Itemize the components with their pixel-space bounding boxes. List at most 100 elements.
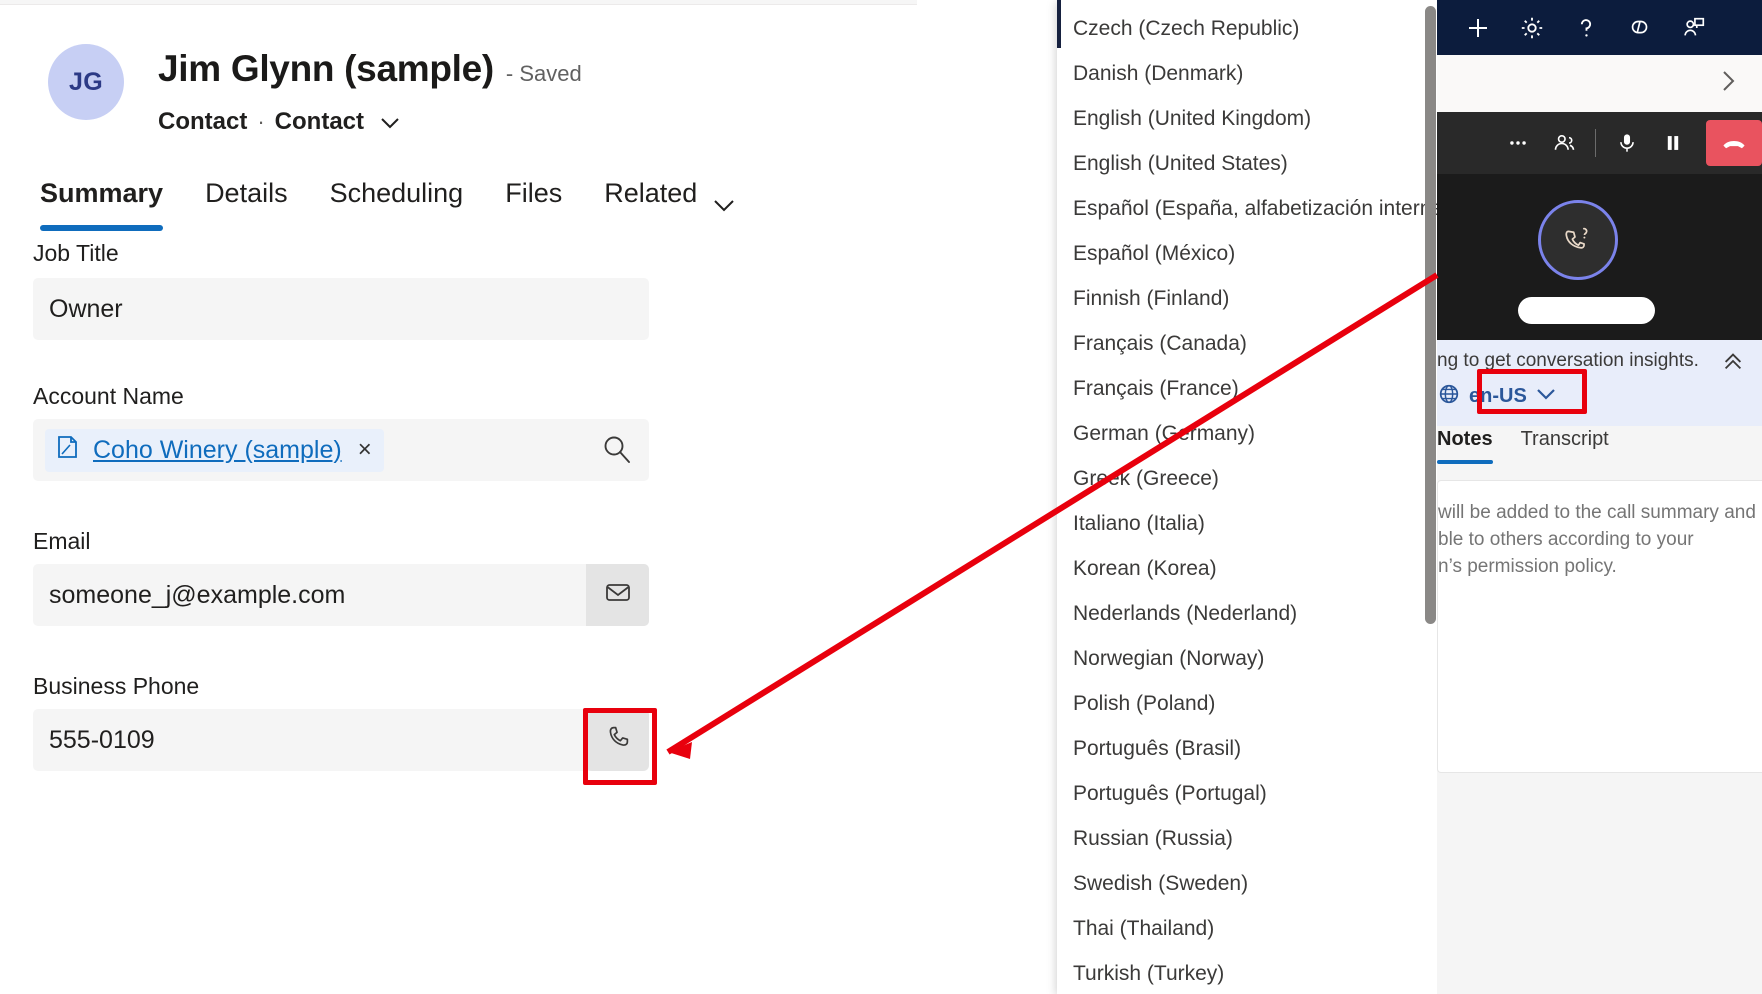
language-dropdown-menu[interactable]: Czech (Czech Republic) Danish (Denmark) … (1057, 0, 1437, 994)
list-item[interactable]: Português (Brasil) (1057, 726, 1437, 771)
field-business-phone: Business Phone 555-0109 (33, 673, 649, 771)
envelope-icon (602, 576, 634, 615)
field-account-name-input[interactable]: Coho Winery (sample) × (33, 419, 649, 481)
list-item[interactable]: Español (México) (1057, 231, 1437, 276)
record-header: JG Jim Glynn (sample) - Saved Contact · … (0, 8, 917, 168)
tab-transcript[interactable]: Transcript (1521, 428, 1609, 455)
tab-scheduling-label: Scheduling (330, 178, 464, 208)
field-business-phone-input[interactable]: 555-0109 (33, 709, 649, 771)
search-icon[interactable] (599, 432, 635, 468)
language-option-label: Polish (Poland) (1073, 692, 1215, 716)
help-icon[interactable] (1571, 13, 1601, 43)
list-item[interactable]: Czech (Czech Republic) (1057, 6, 1437, 51)
field-email-input[interactable]: someone_j@example.com (33, 564, 649, 626)
language-option-label: Français (Canada) (1073, 332, 1247, 356)
callout-box-phone-button (583, 708, 657, 785)
list-item[interactable]: Norwegian (Norway) (1057, 636, 1437, 681)
field-account-name: Account Name Coho Winery (sample) × (33, 383, 649, 481)
record-subtitle-row: Contact · Contact (158, 108, 400, 136)
language-option-label: Français (France) (1073, 377, 1239, 401)
list-item[interactable]: Finnish (Finland) (1057, 276, 1437, 321)
hangup-icon[interactable] (1706, 120, 1762, 166)
field-job-title: Job Title Owner (33, 242, 649, 340)
list-item[interactable]: German (Germany) (1057, 411, 1437, 456)
list-item[interactable]: Polish (Poland) (1057, 681, 1437, 726)
field-job-title-input[interactable]: Owner (33, 278, 649, 340)
form-tab-strip: Summary Details Scheduling Files Related (40, 178, 900, 240)
field-job-title-value: Owner (49, 295, 123, 324)
list-item[interactable]: Greek (Greece) (1057, 456, 1437, 501)
list-item[interactable]: Italiano (Italia) (1057, 501, 1437, 546)
chevron-down-icon[interactable] (380, 116, 400, 128)
tab-details[interactable]: Details (205, 178, 288, 215)
list-item[interactable]: Turkish (Turkey) (1057, 951, 1437, 994)
list-item[interactable]: Nederlands (Nederland) (1057, 591, 1437, 636)
list-item[interactable]: Português (Portugal) (1057, 771, 1437, 816)
add-icon[interactable] (1463, 13, 1493, 43)
avatar-initials: JG (69, 68, 103, 97)
language-option-label: Thai (Thailand) (1073, 917, 1214, 941)
callout-box-language-selector (1477, 369, 1587, 414)
globe-icon (1437, 382, 1461, 411)
tab-scheduling[interactable]: Scheduling (330, 178, 464, 215)
tab-notes-label: Notes (1437, 428, 1493, 450)
language-option-label: Russian (Russia) (1073, 827, 1233, 851)
tab-files-label: Files (505, 178, 562, 208)
screenshot-root: JG Jim Glynn (sample) - Saved Contact · … (0, 0, 1762, 994)
notes-transcript-tabs: Notes Transcript (1437, 428, 1762, 472)
gear-icon[interactable] (1517, 13, 1547, 43)
language-option-label: Greek (Greece) (1073, 467, 1219, 491)
notes-placeholder-text: will be added to the call summary and bl… (1438, 499, 1762, 580)
list-item[interactable]: Swedish (Sweden) (1057, 861, 1437, 906)
field-job-title-label: Job Title (33, 240, 649, 267)
list-item[interactable]: Français (Canada) (1057, 321, 1437, 366)
tab-summary-label: Summary (40, 178, 163, 208)
lookup-chip[interactable]: Coho Winery (sample) × (45, 429, 384, 472)
list-item[interactable]: Danish (Denmark) (1057, 51, 1437, 96)
list-item[interactable]: English (United Kingdom) (1057, 96, 1437, 141)
chevron-down-icon[interactable] (713, 188, 733, 200)
caller-name-redaction (1518, 297, 1655, 324)
language-option-label: German (Germany) (1073, 422, 1255, 446)
list-item[interactable]: Español (España, alfabetización internac… (1057, 186, 1437, 231)
language-option-label: Italiano (Italia) (1073, 512, 1205, 536)
microphone-icon[interactable] (1604, 120, 1650, 166)
list-item[interactable]: Français (France) (1057, 366, 1437, 411)
entity-type-label: Contact (158, 108, 247, 136)
list-item[interactable]: Russian (Russia) (1057, 816, 1437, 861)
dropdown-scrollbar-thumb[interactable] (1425, 6, 1436, 624)
tab-details-label: Details (205, 178, 288, 208)
chevron-right-icon[interactable] (1716, 68, 1740, 99)
more-icon[interactable] (1495, 120, 1541, 166)
pause-icon[interactable] (1650, 120, 1696, 166)
tab-related[interactable]: Related (604, 178, 733, 215)
tab-transcript-label: Transcript (1521, 428, 1609, 450)
language-option-label: Danish (Denmark) (1073, 62, 1243, 86)
language-option-label: Czech (Czech Republic) (1073, 17, 1299, 41)
people-icon[interactable] (1541, 120, 1587, 166)
tab-files[interactable]: Files (505, 178, 562, 215)
present-icon[interactable] (1679, 13, 1709, 43)
tab-summary[interactable]: Summary (40, 178, 163, 215)
form-selector-label[interactable]: Contact (275, 108, 364, 136)
teams-call-panel: ng to get conversation insights. en-US (1437, 0, 1762, 994)
language-option-label: Korean (Korea) (1073, 557, 1217, 581)
list-item[interactable]: Korean (Korea) (1057, 546, 1437, 591)
record-title-row: Jim Glynn (sample) - Saved (158, 48, 582, 90)
notes-editor-card[interactable]: will be added to the call summary and bl… (1437, 480, 1762, 773)
unknown-caller-icon (1538, 200, 1618, 280)
tab-notes[interactable]: Notes (1437, 428, 1493, 455)
chevron-double-up-icon[interactable] (1720, 348, 1746, 374)
avatar: JG (48, 44, 124, 120)
crm-command-bar-edge (0, 0, 917, 5)
field-business-phone-label: Business Phone (33, 673, 649, 700)
email-action-button[interactable] (586, 564, 649, 626)
subtitle-separator: · (257, 109, 264, 135)
language-option-label: Português (Brasil) (1073, 737, 1241, 761)
close-icon[interactable]: × (358, 438, 372, 462)
account-name-link[interactable]: Coho Winery (sample) (93, 436, 342, 465)
list-item[interactable]: Thai (Thailand) (1057, 906, 1437, 951)
language-option-label: Swedish (Sweden) (1073, 872, 1248, 896)
feedback-icon[interactable] (1625, 13, 1655, 43)
list-item[interactable]: English (United States) (1057, 141, 1437, 186)
